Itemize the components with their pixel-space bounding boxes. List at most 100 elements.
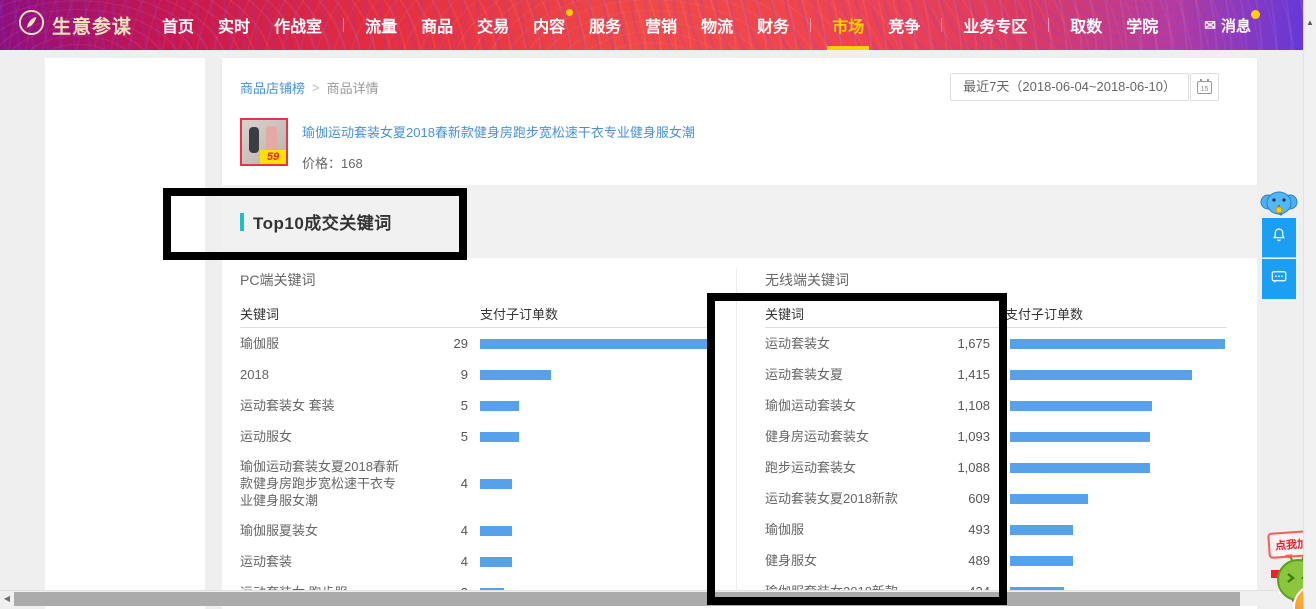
horizontal-scroll-thumb[interactable]	[14, 592, 1240, 606]
scroll-up-arrow[interactable]: ▲	[1304, 18, 1316, 27]
column-header-keyword: 关键词	[240, 304, 279, 323]
bar-cell	[1010, 370, 1227, 380]
column-header-orders: 支付子订单数	[1005, 304, 1083, 323]
nav-item[interactable]: 业务专区	[963, 0, 1027, 50]
value-bar	[1010, 339, 1225, 349]
nav-menu: 首页实时作战室流量商品交易内容服务营销物流财务市场竞争业务专区取数学院	[150, 0, 1170, 50]
nav-item[interactable]: 作战室	[274, 0, 322, 50]
row-value: 1,415	[955, 367, 990, 382]
message-envelope-icon: ✉	[1204, 17, 1216, 34]
nav-separator	[343, 18, 344, 32]
row-value: 29	[402, 336, 468, 351]
row-value: 4	[402, 554, 468, 569]
notification-dot	[566, 9, 573, 16]
value-bar	[480, 557, 512, 567]
nav-item[interactable]: 营销	[645, 0, 677, 50]
row-keyword: 瑜伽运动套装女	[765, 391, 955, 420]
bar-cell	[480, 557, 710, 567]
row-value: 493	[955, 522, 990, 537]
row-keyword: 跑步运动套装女	[765, 453, 955, 482]
value-bar	[1010, 525, 1073, 535]
nav-separator	[810, 18, 811, 32]
row-keyword: 2018	[240, 360, 402, 389]
table-row: 瑜伽服29	[240, 328, 710, 359]
value-bar	[1010, 556, 1073, 566]
keywords-card: PC端关键词 关键词 支付子订单数 瑜伽服2920189运动套装女 套装5运动服…	[222, 258, 1257, 609]
bar-cell	[480, 339, 710, 349]
row-keyword: 瑜伽服	[240, 329, 402, 358]
wireless-panel-title: 无线端关键词	[765, 270, 1227, 290]
section-title: Top10成交关键词	[253, 209, 392, 234]
pc-keywords-panel: PC端关键词 关键词 支付子订单数 瑜伽服2920189运动套装女 套装5运动服…	[240, 270, 710, 608]
product-title-link[interactable]: 瑜伽运动套装女夏2018春新款健身房跑步宽松速干衣专业健身服女潮	[302, 122, 922, 141]
bar-cell	[480, 370, 710, 380]
table-row: 20189	[240, 359, 710, 390]
row-value: 5	[402, 429, 468, 444]
nav-item[interactable]: 交易	[477, 0, 509, 50]
brand-logo-icon	[18, 9, 45, 41]
table-row: 运动服女5	[240, 421, 710, 452]
nav-item[interactable]: 学院	[1126, 0, 1158, 50]
row-value: 1,675	[955, 336, 990, 351]
pc-table-body: 瑜伽服2920189运动套装女 套装5运动服女5瑜伽运动套装女夏2018春新款健…	[240, 328, 710, 608]
value-bar	[1010, 463, 1150, 473]
row-keyword: 运动套装	[240, 547, 402, 576]
nav-item[interactable]: 服务	[589, 0, 621, 50]
section-accent-bar	[240, 213, 244, 231]
brand[interactable]: 生意参谋	[18, 9, 132, 41]
breadcrumb: 商品店铺榜 > 商品详情	[240, 78, 379, 97]
value-bar	[480, 432, 519, 442]
nav-item[interactable]: 物流	[701, 0, 733, 50]
nav-item[interactable]: 首页	[162, 0, 194, 50]
price-badge: 59	[260, 150, 286, 164]
table-row: 瑜伽运动套装女夏2018春新款健身房跑步宽松速干衣专业健身服女潮4	[240, 452, 710, 515]
nav-item[interactable]: 商品	[421, 0, 453, 50]
product-price: 价格：168	[302, 153, 363, 172]
nav-separator	[941, 18, 942, 32]
vertical-scrollbar[interactable]: ▲	[1303, 0, 1316, 609]
mascot-elephant-icon[interactable]	[1260, 186, 1298, 225]
value-bar	[480, 526, 512, 536]
bar-cell	[1010, 494, 1227, 504]
bell-icon	[1270, 226, 1288, 249]
panel-divider	[736, 268, 737, 601]
message-label: 消息	[1221, 15, 1251, 36]
bar-cell	[480, 401, 710, 411]
calendar-icon: 15	[1197, 81, 1212, 94]
table-row: 运动套装4	[240, 546, 710, 577]
bar-cell	[1010, 525, 1227, 535]
section-band: Top10成交关键词	[222, 185, 1257, 258]
date-range-selector[interactable]: 最近7天（2018-06-04~2018-06-10）	[950, 73, 1189, 101]
bar-cell	[1010, 339, 1227, 349]
row-keyword: 运动服女	[240, 422, 402, 451]
calendar-button[interactable]: 15	[1190, 73, 1219, 101]
nav-item[interactable]: 取数	[1070, 0, 1102, 50]
nav-item[interactable]: 财务	[757, 0, 789, 50]
table-row: 健身服女489	[765, 545, 1227, 576]
nav-item[interactable]: 流量	[365, 0, 397, 50]
table-row: 运动套装女 套装5	[240, 390, 710, 421]
nav-item[interactable]: 市场	[832, 0, 864, 50]
row-value: 4	[402, 476, 468, 491]
bar-cell	[480, 526, 710, 536]
row-keyword: 运动套装女夏2018新款	[765, 484, 955, 513]
message-badge-dot	[1251, 10, 1260, 19]
row-value: 1,108	[955, 398, 990, 413]
bar-cell	[1010, 401, 1227, 411]
scroll-left-arrow[interactable]: ◀	[0, 591, 14, 606]
nav-message[interactable]: ✉ 消息	[1204, 15, 1251, 36]
feedback-chat-button[interactable]	[1262, 259, 1296, 299]
column-header-orders: 支付子订单数	[480, 304, 558, 323]
nav-item[interactable]: 内容	[533, 0, 565, 50]
page: 生意参谋 首页实时作战室流量商品交易内容服务营销物流财务市场竞争业务专区取数学院…	[0, 0, 1316, 609]
breadcrumb-parent-link[interactable]: 商品店铺榜	[240, 78, 305, 97]
horizontal-scrollbar[interactable]: ◀ ▶	[0, 590, 1303, 606]
row-keyword: 健身房运动套装女	[765, 422, 955, 451]
nav-separator	[1048, 18, 1049, 32]
nav-item[interactable]: 实时	[218, 0, 250, 50]
product-thumbnail[interactable]: 59	[240, 118, 288, 166]
bar-cell	[1010, 432, 1227, 442]
wireless-table-header: 关键词 支付子订单数	[765, 298, 1227, 328]
nav-item[interactable]: 竞争	[888, 0, 920, 50]
table-row: 瑜伽服493	[765, 514, 1227, 545]
